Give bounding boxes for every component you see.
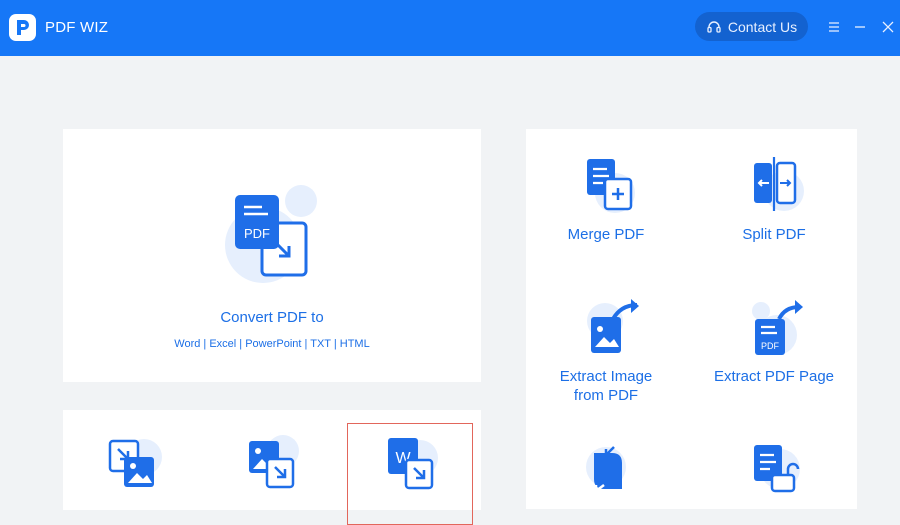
- extract-pdf-page-tool[interactable]: PDF Extract PDF Page: [704, 297, 844, 407]
- extract-image-icon: [581, 297, 645, 359]
- convert-icon-text: PDF: [244, 226, 270, 241]
- title-bar: PDF WIZ Contact Us: [0, 0, 900, 56]
- contact-us-button[interactable]: Contact Us: [695, 12, 808, 41]
- word-to-pdf-tool[interactable]: W: [347, 423, 473, 525]
- convert-formats: Word | Excel | PowerPoint | TXT | HTML: [174, 338, 370, 350]
- extract-pdf-badge: PDF: [761, 341, 780, 351]
- word-to-pdf-icon: W: [384, 432, 440, 492]
- convert-to-pdf-card: W: [63, 410, 481, 525]
- extract-image-label: Extract Image from PDF: [536, 367, 676, 405]
- merge-pdf-icon: [581, 153, 637, 213]
- app-title: PDF WIZ: [45, 19, 109, 36]
- unlock-pdf-icon: [746, 439, 806, 495]
- extract-pdf-page-icon: PDF: [749, 297, 809, 359]
- close-icon[interactable]: [878, 17, 898, 37]
- merge-pdf-tool[interactable]: Merge PDF: [536, 153, 676, 253]
- image-to-pdf-icon: [245, 431, 301, 491]
- minimize-icon[interactable]: [850, 17, 870, 37]
- split-pdf-label: Split PDF: [742, 226, 806, 243]
- image-to-pdf-tool[interactable]: [221, 423, 345, 523]
- pdf-to-image-tool[interactable]: [83, 423, 207, 523]
- split-pdf-tool[interactable]: Split PDF: [704, 153, 844, 253]
- tools-card: Merge PDF Split PDF Extract Image from P…: [526, 129, 857, 509]
- merge-pdf-label: Merge PDF: [567, 226, 645, 243]
- menu-icon[interactable]: [824, 17, 844, 37]
- contact-us-label: Contact Us: [727, 18, 798, 35]
- pdf-to-image-icon: [108, 431, 164, 491]
- extract-image-tool[interactable]: Extract Image from PDF: [536, 297, 676, 407]
- convert-pdf-title: Convert PDF to: [220, 309, 324, 326]
- unlock-pdf-tool[interactable]: [704, 439, 844, 509]
- compress-pdf-icon: [584, 439, 634, 495]
- app-logo-icon: [9, 14, 36, 41]
- extract-pdf-page-label: Extract PDF Page: [713, 368, 835, 385]
- headset-icon: [706, 19, 722, 35]
- split-pdf-icon: [746, 153, 806, 213]
- convert-pdf-card[interactable]: PDF Convert PDF to Word | Excel | PowerP…: [63, 129, 481, 382]
- convert-pdf-icon: PDF: [223, 185, 323, 285]
- extract-image-label-text: Extract Image from PDF: [559, 368, 653, 404]
- compress-pdf-tool[interactable]: [536, 439, 676, 509]
